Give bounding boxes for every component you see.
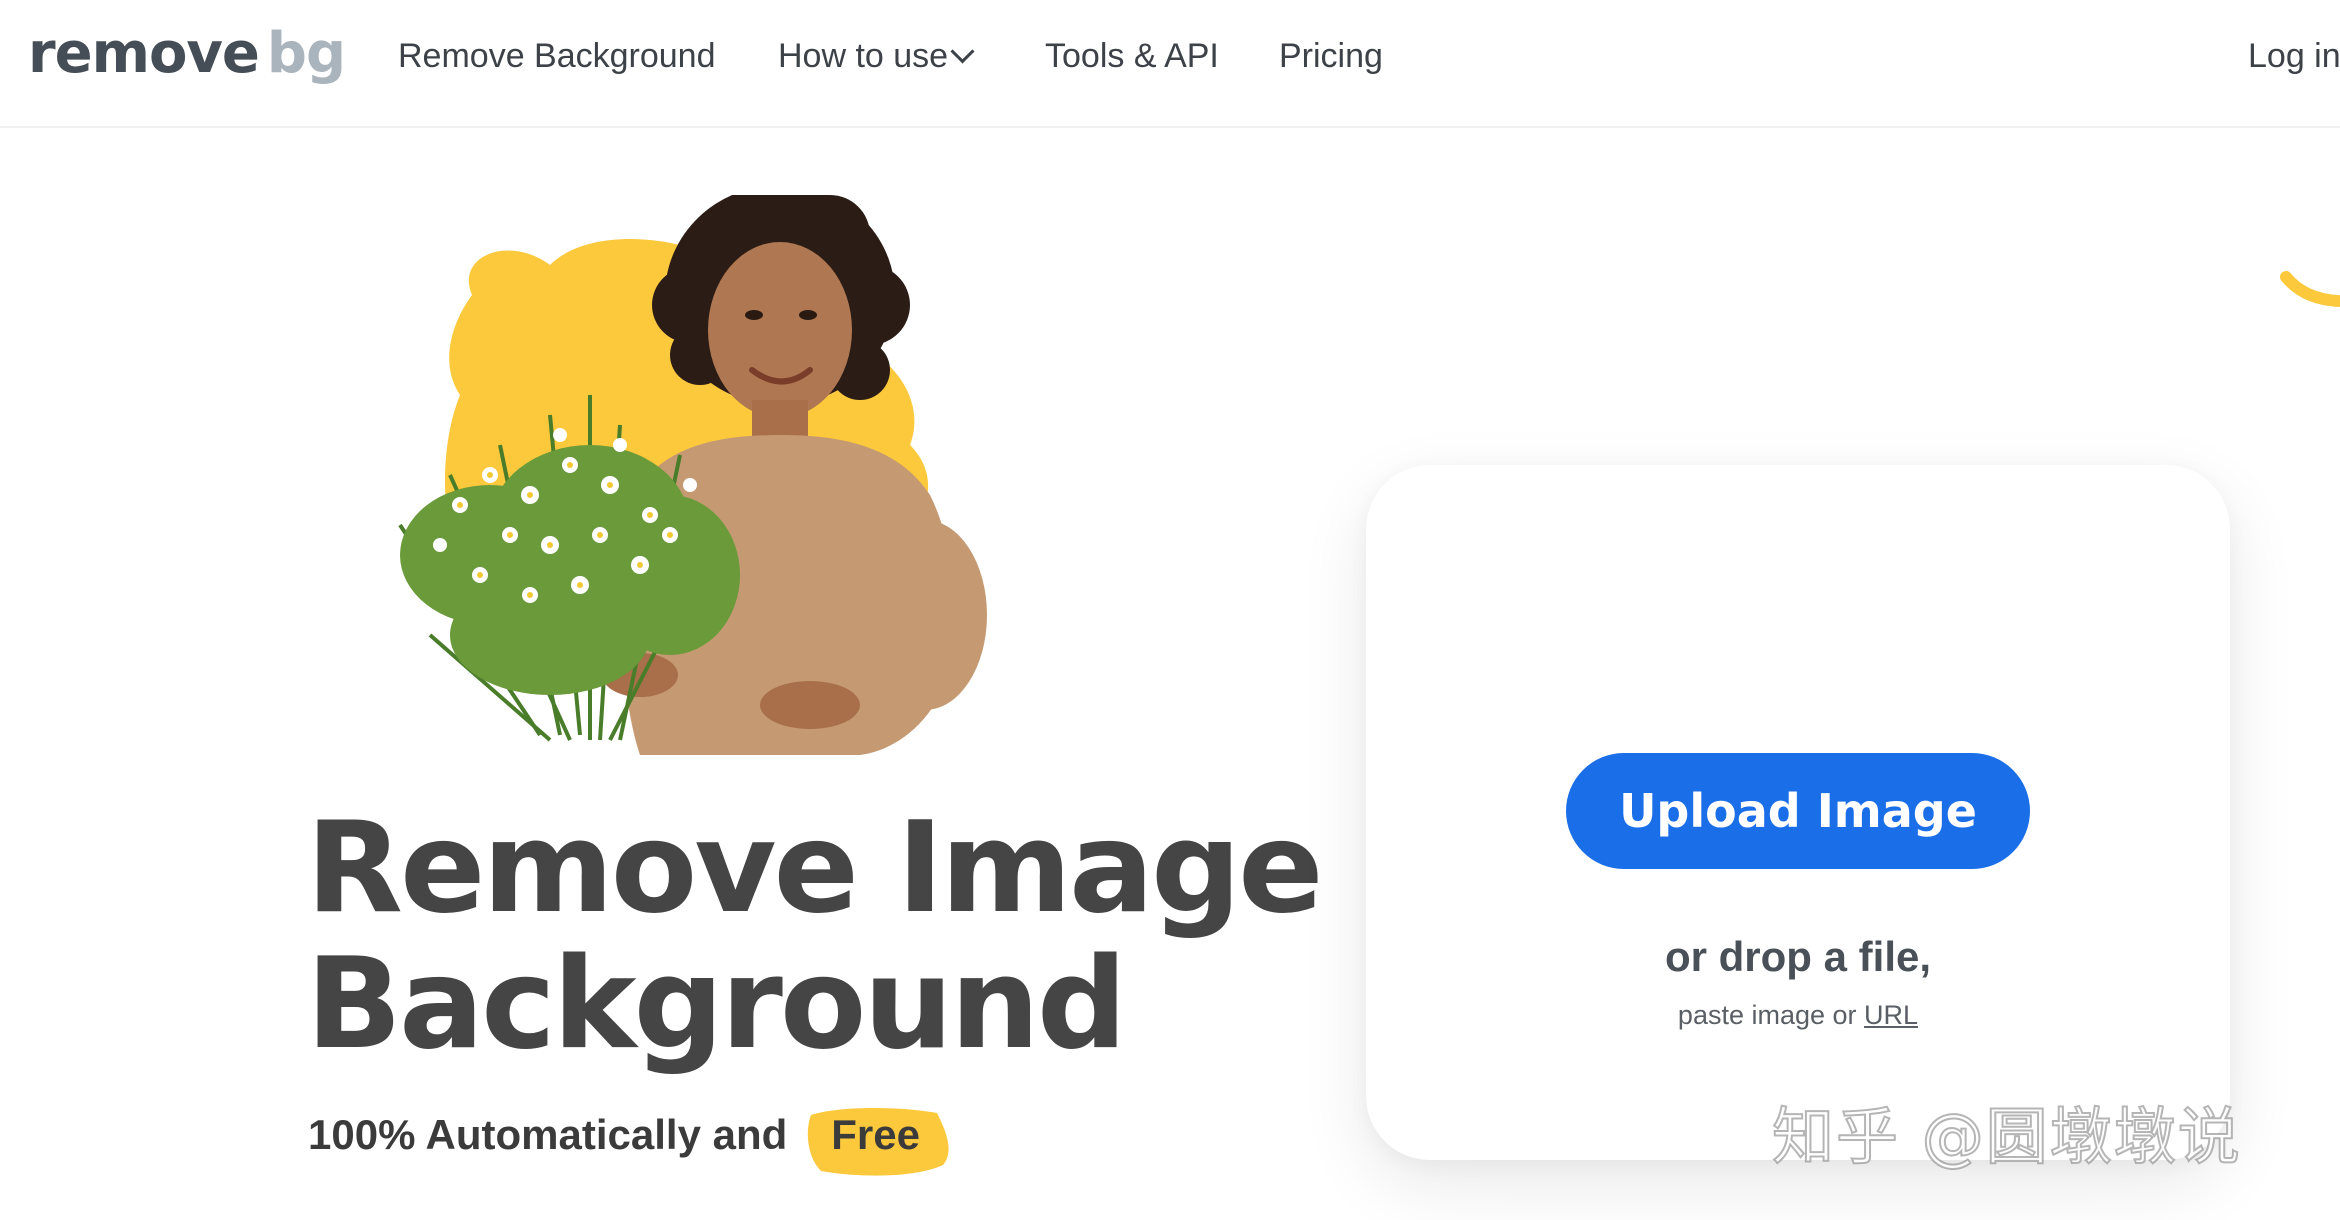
nav-how-to-use-label: How to use [778,36,949,75]
drop-file-text: or drop a file, [1664,933,1932,980]
free-label: Free [831,1111,920,1158]
url-link[interactable]: URL [1864,1000,1918,1030]
upload-image-button[interactable]: Upload Image [1566,753,2030,869]
nav-login[interactable]: Log in [2248,0,2340,112]
hero-subheadline-text: 100% Automatically and [308,1111,788,1158]
paste-image-label: paste image or [1677,1000,1857,1030]
chevron-down-icon [950,38,975,64]
nav-remove-background[interactable]: Remove Background [398,0,716,112]
logo-text-remove: remove [28,21,260,86]
hero-headline-line-1: Remove Image [306,794,1324,941]
hero-illustration-woman-with-flowers [398,195,987,755]
paste-image-text: paste image or URL [1366,1000,2230,1031]
upload-card[interactable]: Upload Image or drop a file, paste image… [1366,465,2230,1160]
logo-text-bg: bg [266,21,346,86]
removebg-logo[interactable]: remove bg [28,18,346,90]
page: remove bg Remove Background How to use To… [0,0,2340,1220]
nav-how-to-use[interactable]: How to use [778,0,975,112]
hero-headline-line-2: Background [306,930,1127,1077]
nav-pricing[interactable]: Pricing [1279,0,1383,112]
free-highlight: Free [807,1107,949,1176]
hero-headline: Remove Image Background [306,794,1324,1077]
decorative-squiggle [2280,271,2340,307]
nav-tools-api[interactable]: Tools & API [1045,0,1219,112]
face-shape [708,242,852,418]
zhihu-watermark: 知乎 @圆墩墩说 [1771,1099,2242,1174]
hero-subheadline: 100% Automatically and Free [308,1100,949,1176]
top-navigation-bar: remove bg Remove Background How to use To… [0,0,2340,128]
